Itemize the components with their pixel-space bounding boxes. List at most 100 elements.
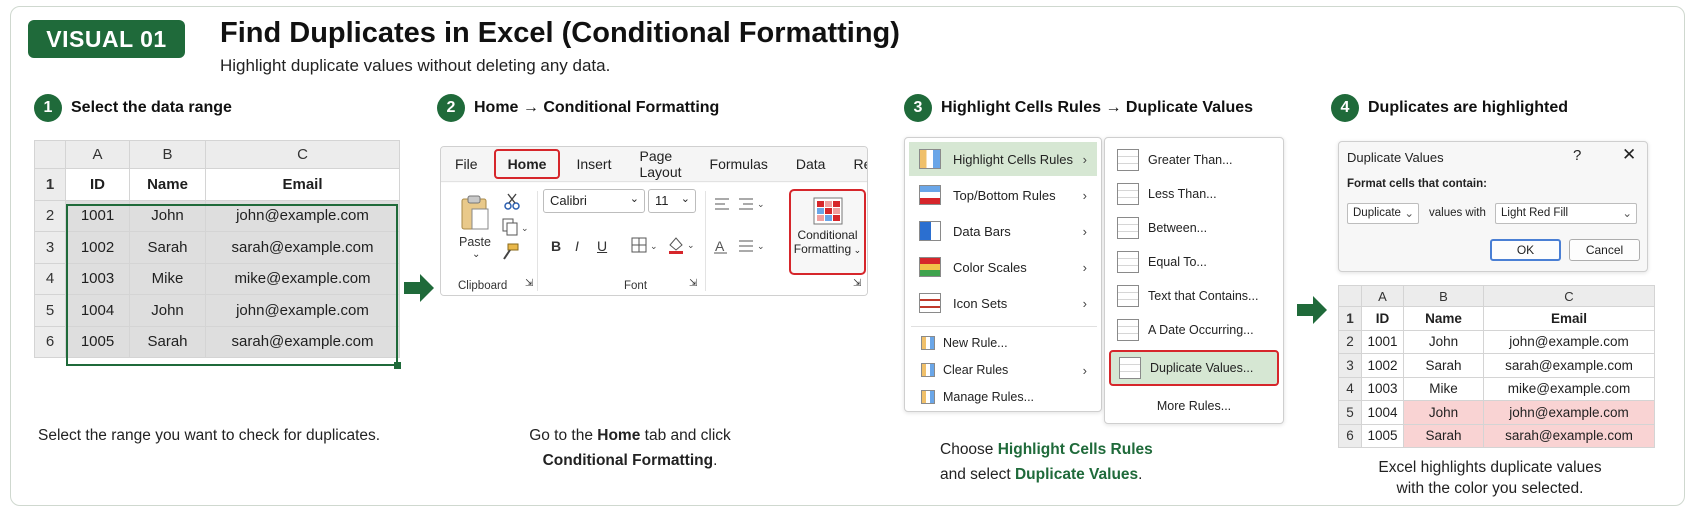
column-header-c[interactable]: C <box>1483 285 1655 307</box>
cell[interactable]: ID <box>65 168 130 201</box>
cell[interactable]: Email <box>205 168 400 201</box>
row-number[interactable]: 3 <box>34 231 66 264</box>
cell[interactable]: 1001 <box>65 199 130 232</box>
menu-item-highlight-cells-rules[interactable]: Highlight Cells Rules › <box>909 142 1097 176</box>
cell[interactable]: 1005 <box>65 325 130 358</box>
cell[interactable]: 1003 <box>65 262 130 295</box>
tab-review[interactable]: Revi <box>839 147 867 182</box>
cut-icon[interactable] <box>503 193 521 211</box>
cell[interactable]: john@example.com <box>205 199 400 232</box>
font-size-select[interactable]: 11 ⌄ <box>648 189 696 213</box>
row-number[interactable]: 4 <box>34 262 66 295</box>
row-number[interactable]: 6 <box>34 325 66 358</box>
cell[interactable]: Name <box>1403 306 1484 331</box>
submenu-item-greater-than[interactable]: Greater Than... <box>1109 144 1279 176</box>
row-number[interactable]: 6 <box>1338 423 1362 448</box>
tab-home[interactable]: Home <box>493 149 561 179</box>
cell[interactable]: 1003 <box>1361 376 1404 401</box>
conditional-formatting-button[interactable]: Conditional Formatting ⌄ <box>789 189 866 275</box>
submenu-item-text-contains[interactable]: Text that Contains... <box>1109 280 1279 312</box>
cell[interactable]: 1001 <box>1361 329 1404 354</box>
dialog-launcher-icon[interactable]: ⇲ <box>525 278 533 289</box>
cell[interactable]: Mike <box>1403 376 1484 401</box>
column-header-a[interactable]: A <box>65 140 130 169</box>
cell[interactable]: John <box>129 199 206 232</box>
format-painter-icon[interactable] <box>501 243 519 261</box>
cell[interactable]: Mike <box>129 262 206 295</box>
row-number[interactable]: 1 <box>1338 306 1362 331</box>
cell[interactable]: sarah@example.com <box>205 325 400 358</box>
column-header-a[interactable]: A <box>1361 285 1404 307</box>
cell[interactable]: 1002 <box>65 231 130 264</box>
duplicate-cell[interactable]: john@example.com <box>1483 400 1655 425</box>
row-number[interactable]: 3 <box>1338 353 1362 378</box>
cell[interactable]: 1005 <box>1361 423 1404 448</box>
italic-button[interactable]: I <box>575 238 579 254</box>
tab-formulas[interactable]: Formulas <box>696 147 782 182</box>
close-icon[interactable]: ✕ <box>1622 145 1636 165</box>
cancel-button[interactable]: Cancel <box>1569 239 1640 261</box>
underline-button[interactable]: U <box>597 238 607 254</box>
row-number[interactable]: 5 <box>34 294 66 327</box>
cell[interactable]: 1004 <box>65 294 130 327</box>
menu-item-color-scales[interactable]: Color Scales › <box>909 250 1097 284</box>
select-all-corner[interactable] <box>34 140 66 169</box>
cell[interactable]: john@example.com <box>1483 329 1655 354</box>
orientation-icons[interactable]: A ⌄ <box>713 236 773 256</box>
cell[interactable]: 1002 <box>1361 353 1404 378</box>
column-header-c[interactable]: C <box>205 140 400 169</box>
cell[interactable]: Sarah <box>1403 353 1484 378</box>
borders-icon[interactable]: ⌄ <box>631 237 661 255</box>
tab-insert[interactable]: Insert <box>562 147 625 182</box>
paste-label[interactable]: Paste <box>459 235 491 249</box>
select-all-corner[interactable] <box>1338 285 1362 307</box>
submenu-item-date-occurring[interactable]: A Date Occurring... <box>1109 314 1279 346</box>
font-name-select[interactable]: Calibri ⌄ <box>543 189 645 213</box>
cell[interactable]: Name <box>129 168 206 201</box>
menu-item-manage-rules[interactable]: Manage Rules... <box>909 384 1097 410</box>
align-icons[interactable]: ⌄ <box>713 195 773 215</box>
menu-item-data-bars[interactable]: Data Bars › <box>909 214 1097 248</box>
format-select[interactable]: Light Red Fill ⌄ <box>1495 203 1637 224</box>
help-icon[interactable]: ? <box>1573 147 1581 164</box>
cell[interactable]: 1004 <box>1361 400 1404 425</box>
submenu-item-less-than[interactable]: Less Than... <box>1109 178 1279 210</box>
chevron-down-icon[interactable]: ⌄ <box>472 249 480 260</box>
row-number[interactable]: 2 <box>1338 329 1362 354</box>
menu-item-icon-sets[interactable]: Icon Sets › <box>909 286 1097 320</box>
row-number[interactable]: 2 <box>34 199 66 232</box>
duplicate-cell[interactable]: John <box>1403 400 1484 425</box>
submenu-item-between[interactable]: Between... <box>1109 212 1279 244</box>
bold-button[interactable]: B <box>551 238 561 254</box>
tab-page-layout[interactable]: Page Layout <box>625 147 695 182</box>
menu-item-top-bottom-rules[interactable]: Top/Bottom Rules › <box>909 178 1097 212</box>
tab-data[interactable]: Data <box>782 147 840 182</box>
cell[interactable]: mike@example.com <box>1483 376 1655 401</box>
cell[interactable]: mike@example.com <box>205 262 400 295</box>
cell[interactable]: sarah@example.com <box>1483 353 1655 378</box>
dialog-launcher-icon[interactable]: ⇲ <box>853 278 861 289</box>
column-header-b[interactable]: B <box>1403 285 1484 307</box>
column-header-b[interactable]: B <box>129 140 206 169</box>
duplicate-cell[interactable]: sarah@example.com <box>1483 423 1655 448</box>
submenu-item-equal-to[interactable]: Equal To... <box>1109 246 1279 278</box>
cell[interactable]: John <box>1403 329 1484 354</box>
menu-item-clear-rules[interactable]: Clear Rules › <box>909 357 1097 383</box>
tab-file[interactable]: File <box>441 147 492 182</box>
row-number[interactable]: 5 <box>1338 400 1362 425</box>
menu-item-new-rule[interactable]: New Rule... <box>909 330 1097 356</box>
cell[interactable]: sarah@example.com <box>205 231 400 264</box>
cell[interactable]: john@example.com <box>205 294 400 327</box>
submenu-item-duplicate-values[interactable]: Duplicate Values... <box>1109 350 1279 386</box>
fill-color-icon[interactable]: ⌄ <box>667 235 697 255</box>
ok-button[interactable]: OK <box>1490 239 1561 261</box>
cell[interactable]: Sarah <box>129 231 206 264</box>
copy-icon[interactable]: ⌄ <box>501 218 529 236</box>
cell[interactable]: ID <box>1361 306 1404 331</box>
cell[interactable]: John <box>129 294 206 327</box>
dialog-launcher-icon[interactable]: ⇲ <box>689 278 697 289</box>
row-number[interactable]: 4 <box>1338 376 1362 401</box>
submenu-item-more-rules[interactable]: More Rules... <box>1109 390 1279 422</box>
row-number[interactable]: 1 <box>34 168 66 201</box>
cell[interactable]: Sarah <box>129 325 206 358</box>
